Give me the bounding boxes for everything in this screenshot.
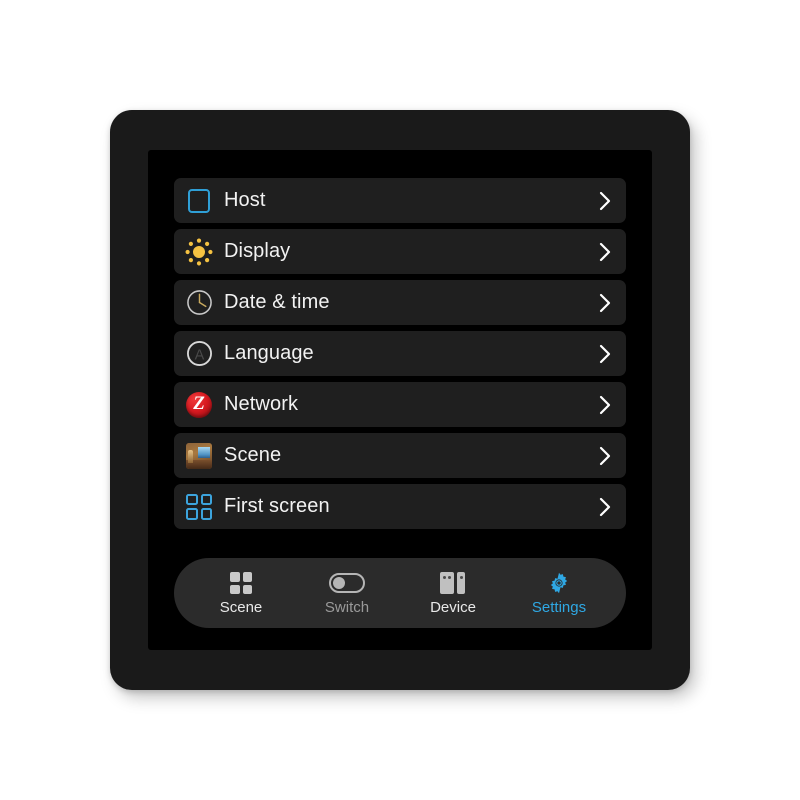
photo-thumbnail-icon [185,442,213,470]
settings-row-host[interactable]: Host [174,178,626,223]
grid-four-icon [230,571,252,595]
screenshot-canvas: Host Display Date & time A Language Z Ne… [0,0,800,800]
chevron-right-icon [598,241,612,263]
letter-a-circle-icon: A [185,340,213,368]
settings-row-label: Host [224,189,266,211]
chevron-right-icon [598,292,612,314]
nav-item-device[interactable]: Device [407,571,499,615]
settings-list: Host Display Date & time A Language Z Ne… [174,178,626,535]
nav-item-label: Device [430,599,476,616]
settings-row-language[interactable]: A Language [174,331,626,376]
settings-row-label: Date & time [224,291,330,313]
bottom-navigation-bar: Scene Switch Device Settings [174,558,626,628]
device-bezel: Host Display Date & time A Language Z Ne… [110,110,690,690]
sun-icon [185,238,213,266]
toggle-off-icon [329,571,365,595]
settings-row-network[interactable]: Z Network [174,382,626,427]
nav-item-label: Settings [531,599,587,616]
settings-row-first-screen[interactable]: First screen [174,484,626,529]
settings-row-label: First screen [224,495,330,517]
gear-icon [547,571,571,595]
settings-row-label: Scene [224,444,282,466]
settings-row-label: Network [224,393,299,415]
nav-item-settings[interactable]: Settings [513,571,605,615]
square-outline-icon [185,187,213,215]
device-panel-icon [440,571,466,595]
settings-row-scene[interactable]: Scene [174,433,626,478]
zigbee-icon: Z [185,391,213,419]
nav-item-switch[interactable]: Switch [301,571,393,615]
chevron-right-icon [598,394,612,416]
nav-item-label: Scene [219,599,263,616]
chevron-right-icon [598,496,612,518]
chevron-right-icon [598,190,612,212]
settings-row-date-time[interactable]: Date & time [174,280,626,325]
nav-item-label: Switch [324,599,370,616]
chevron-right-icon [598,445,612,467]
grid-four-icon [185,493,213,521]
settings-row-label: Language [224,342,314,364]
settings-row-label: Display [224,240,291,262]
clock-icon [185,289,213,317]
chevron-right-icon [598,343,612,365]
settings-row-display[interactable]: Display [174,229,626,274]
nav-item-scene[interactable]: Scene [195,571,287,615]
device-screen: Host Display Date & time A Language Z Ne… [148,150,652,650]
svg-text:A: A [194,347,204,363]
